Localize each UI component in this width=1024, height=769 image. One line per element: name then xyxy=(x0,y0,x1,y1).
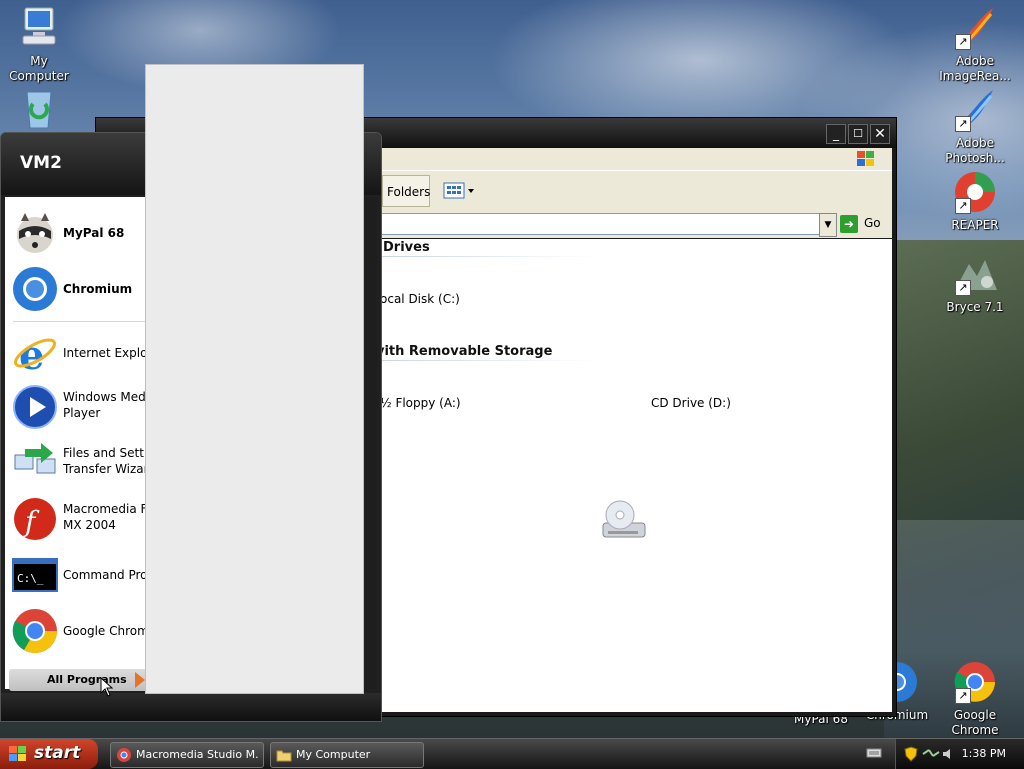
start-button[interactable]: start xyxy=(0,739,98,769)
drive-local-disk[interactable]: ocal Disk (C:) xyxy=(380,292,460,306)
recycle-bin-icon xyxy=(15,84,63,132)
all-programs-label: All Programs xyxy=(47,673,127,686)
start-item-label-line1: Windows Medi xyxy=(63,390,150,404)
maximize-button[interactable]: ☐ xyxy=(848,124,868,144)
all-programs-arrow-icon xyxy=(135,672,145,688)
cd-drive-icon[interactable] xyxy=(600,497,648,545)
start-item-label: Google Chrom xyxy=(63,624,149,638)
start-item-label: Chromium xyxy=(63,282,133,296)
computer-icon xyxy=(15,4,63,52)
shortcut-arrow-icon: ↗ xyxy=(955,116,971,132)
chromium-icon xyxy=(11,265,59,313)
section-divider xyxy=(380,256,600,257)
clock[interactable]: 1:38 PM xyxy=(962,747,1006,760)
go-label: Go xyxy=(864,216,881,230)
user-name: VM2 xyxy=(20,153,62,173)
taskbar-item-label: Macromedia Studio M... xyxy=(136,748,258,761)
volume-icon[interactable] xyxy=(942,748,954,763)
section-divider xyxy=(376,360,600,361)
minimize-button[interactable]: _ xyxy=(826,124,846,144)
svg-text:e: e xyxy=(19,332,44,377)
desktop-icon-label: REAPER xyxy=(951,218,999,232)
desktop-icon-label: My Computer xyxy=(9,54,69,83)
views-button[interactable] xyxy=(442,181,478,201)
start-item-label-line1: Macromedia Fl xyxy=(63,502,151,516)
desktop-icon-reaper[interactable]: ↗ REAPER xyxy=(937,168,1013,233)
all-programs-submenu[interactable] xyxy=(145,64,364,694)
drive-cd[interactable]: CD Drive (D:) xyxy=(651,396,731,410)
section-title: vith Removable Storage xyxy=(376,344,553,359)
mypal-raccoon-icon xyxy=(11,209,59,257)
desktop-icon-recycle-bin[interactable] xyxy=(4,84,74,134)
folder-icon xyxy=(276,747,292,763)
start-item-label-line1: Files and Setti xyxy=(63,446,148,460)
start-item-label: MyPal 68 xyxy=(63,226,125,240)
start-item-label-line2: Transfer Wizar xyxy=(63,462,149,476)
flash-icon: f xyxy=(11,495,59,543)
folders-button[interactable]: Folders xyxy=(382,175,430,207)
bryce-icon: ↗ xyxy=(951,250,999,298)
desktop-icon-photoshop[interactable]: ↗ Adobe Photosh... xyxy=(937,86,1013,166)
desktop-icon-label: Bryce 7.1 xyxy=(946,300,1004,314)
photoshop-feather-icon: ↗ xyxy=(951,86,999,134)
desktop-icon-my-computer[interactable]: My Computer xyxy=(4,4,74,84)
desktop-icon-chrome[interactable]: ↗ Google Chrome xyxy=(940,658,1010,738)
taskbar-item-my-computer[interactable]: My Computer xyxy=(270,742,424,768)
windows-logo-icon xyxy=(856,150,884,168)
taskbar-item-label: My Computer xyxy=(296,748,371,761)
media-player-icon xyxy=(11,383,59,431)
shortcut-arrow-icon: ↗ xyxy=(955,688,971,704)
taskbar-item-macromedia-studio[interactable]: Macromedia Studio M... xyxy=(110,742,264,768)
desktop-icon-label: Adobe ImageRea... xyxy=(939,54,1011,83)
internet-explorer-icon: e xyxy=(11,329,59,379)
start-item-label-line2: MX 2004 xyxy=(63,518,116,532)
chrome-icon xyxy=(116,747,132,763)
shortcut-arrow-icon: ↗ xyxy=(955,198,971,214)
start-label: start xyxy=(34,743,81,763)
start-item-label: Internet Explor xyxy=(63,346,153,360)
chrome-icon xyxy=(11,607,59,655)
close-button[interactable]: ✕ xyxy=(870,124,890,144)
go-arrow-icon: ➜ xyxy=(840,215,858,233)
address-dropdown-button[interactable]: ▼ xyxy=(819,213,837,237)
desktop-icon-label: Adobe Photosh... xyxy=(945,136,1005,165)
start-item-label-line2: Player xyxy=(63,406,101,420)
start-item-label: Command Pror xyxy=(63,568,153,582)
keyboard-icon[interactable] xyxy=(866,747,882,759)
security-shield-icon[interactable] xyxy=(904,746,918,765)
desktop-icon-label: Google Chrome xyxy=(951,708,999,737)
imageready-icon: ↗ xyxy=(951,4,999,52)
shortcut-arrow-icon: ↗ xyxy=(955,280,971,296)
chrome-icon: ↗ xyxy=(951,658,999,706)
transfer-wizard-icon xyxy=(11,439,59,487)
shortcut-arrow-icon: ↗ xyxy=(955,34,971,50)
desktop-icon-imageready[interactable]: ↗ Adobe ImageRea... xyxy=(937,4,1013,84)
reaper-icon: ↗ xyxy=(951,168,999,216)
address-input[interactable] xyxy=(380,213,834,235)
svg-text:C:\_: C:\_ xyxy=(17,572,44,585)
views-icon xyxy=(443,182,474,199)
command-prompt-icon: C:\_ xyxy=(11,551,59,599)
start-menu-footer xyxy=(1,693,381,721)
go-button[interactable]: ➜ Go xyxy=(840,214,890,234)
network-icon[interactable] xyxy=(922,748,940,763)
section-title: Drives xyxy=(383,240,430,255)
system-tray: 1:38 PM xyxy=(895,739,1024,769)
desktop-icon-bryce[interactable]: ↗ Bryce 7.1 xyxy=(937,250,1013,315)
drive-floppy[interactable]: ½ Floppy (A:) xyxy=(380,396,461,410)
windows-flag-icon xyxy=(8,745,28,763)
